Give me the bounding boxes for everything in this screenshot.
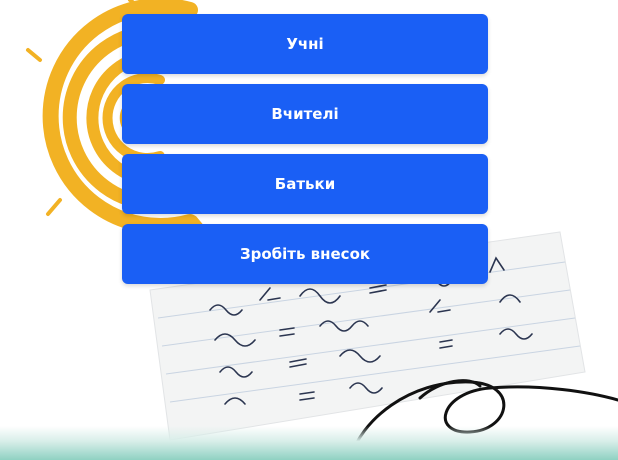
contribute-button[interactable]: Зробіть внесок (122, 224, 488, 284)
teachers-button[interactable]: Вчителі (122, 84, 488, 144)
bottom-gradient-band (0, 426, 618, 460)
landing-stage: Учні Вчителі Батьки Зробіть внесок (0, 0, 618, 460)
students-button[interactable]: Учні (122, 14, 488, 74)
parents-button[interactable]: Батьки (122, 154, 488, 214)
role-button-group: Учні Вчителі Батьки Зробіть внесок (122, 14, 488, 284)
